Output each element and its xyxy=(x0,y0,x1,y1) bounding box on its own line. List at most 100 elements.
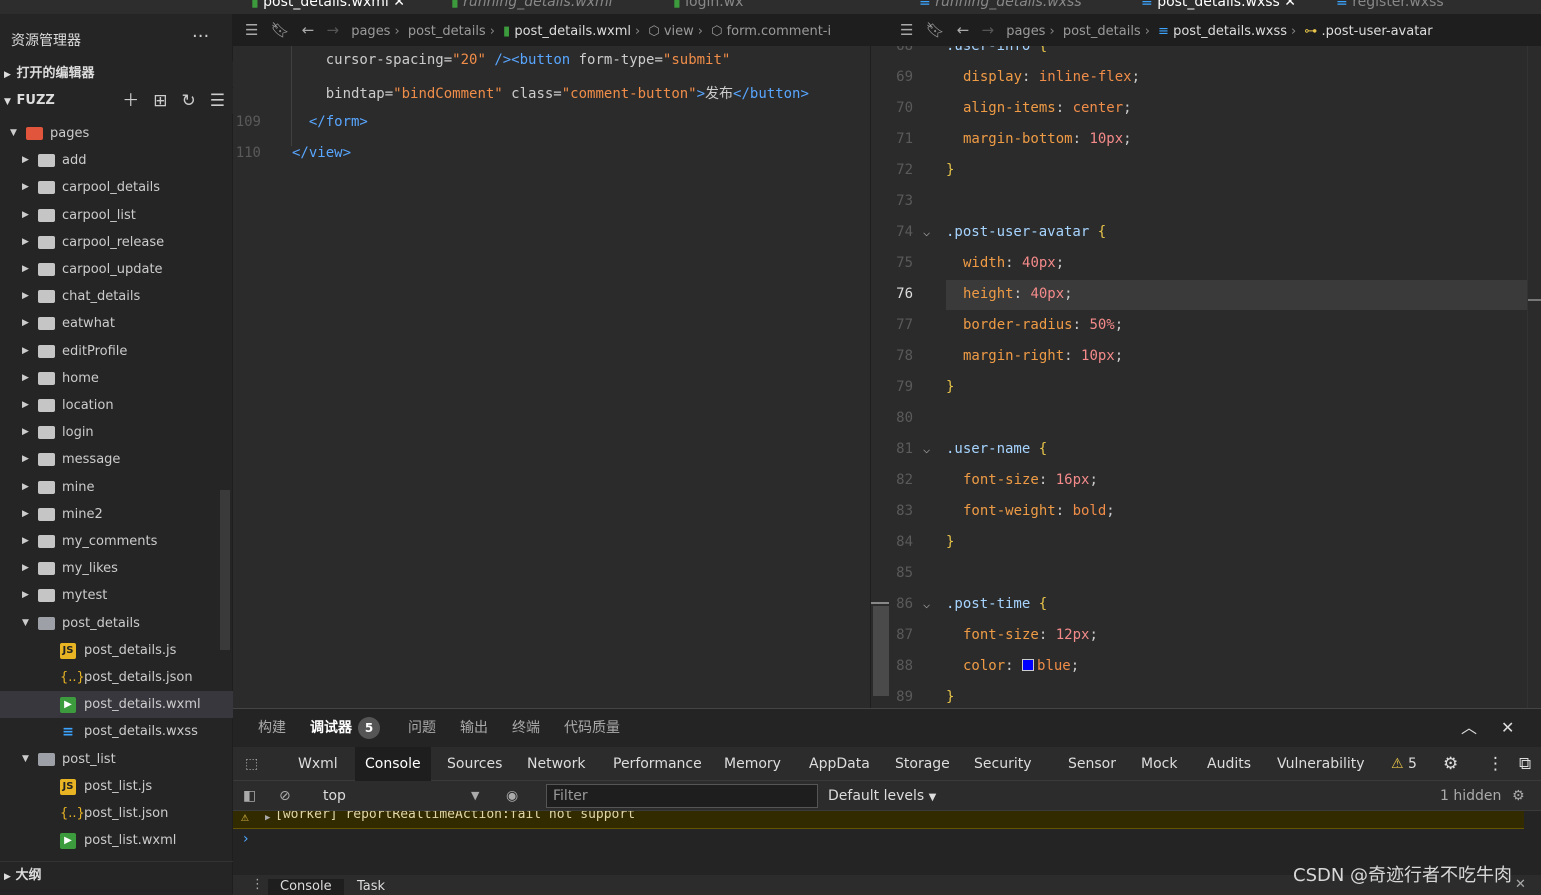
code-line[interactable]: border-radius: 50%; xyxy=(963,317,1123,333)
devtools-tab-console[interactable]: Console xyxy=(355,747,431,781)
forward-arrow-icon[interactable]: → xyxy=(982,21,995,39)
back-arrow-icon[interactable]: ← xyxy=(957,21,970,39)
devtools-tab-network[interactable]: Network xyxy=(517,747,595,781)
breadcrumb-item[interactable]: post_details xyxy=(1063,24,1141,39)
devtools-tab-memory[interactable]: Memory xyxy=(714,747,791,781)
breadcrumb-item[interactable]: view xyxy=(664,24,694,39)
chevron-right-icon[interactable]: ▶ xyxy=(22,147,29,174)
chevron-right-icon[interactable]: ▶ xyxy=(22,365,29,392)
fold-chevron-icon[interactable]: ⌵ xyxy=(923,442,930,456)
tab-post-details-wxml[interactable]: ▮ post_details.wxml ✕ xyxy=(251,0,405,14)
code-line[interactable]: } xyxy=(946,379,954,395)
tree-item[interactable]: JS post_details.js xyxy=(0,637,220,664)
code-line[interactable]: font-size: 16px; xyxy=(963,472,1098,488)
chevron-right-icon[interactable]: ▶ xyxy=(22,174,29,201)
console-prompt[interactable]: › xyxy=(243,831,249,847)
chevron-right-icon[interactable]: ▶ xyxy=(22,310,29,337)
tree-item[interactable]: ▶ carpool_details xyxy=(0,174,220,201)
tree-item[interactable]: ▶ carpool_release xyxy=(0,229,220,256)
devtools-tab-sources[interactable]: Sources xyxy=(437,747,512,781)
code-line[interactable]: .post-user-avatar { xyxy=(946,224,1106,240)
code-line[interactable]: .post-time { xyxy=(946,596,1047,612)
code-line[interactable]: height: 40px; xyxy=(963,286,1073,302)
list-icon[interactable]: ☰ xyxy=(245,21,258,39)
tab-build[interactable]: 构建 xyxy=(258,709,286,747)
tree-item[interactable]: {..} post_list.json xyxy=(0,800,220,827)
close-drawer-icon[interactable]: ✕ xyxy=(1515,877,1526,892)
tree-item[interactable]: ▶ location xyxy=(0,392,220,419)
fold-chevron-icon[interactable]: ⌵ xyxy=(923,225,930,239)
filter-input[interactable]: Filter xyxy=(546,784,818,808)
chevron-down-icon[interactable]: ▼ xyxy=(471,781,479,811)
tree-item[interactable]: ▶ chat_details xyxy=(0,283,220,310)
tree-item[interactable]: ▶ eatwhat xyxy=(0,310,220,337)
chevron-right-icon[interactable]: ▶ xyxy=(22,338,29,365)
chevron-right-icon[interactable]: ▶ xyxy=(22,474,29,501)
devtools-tab-wxml[interactable]: Wxml xyxy=(288,747,348,781)
breadcrumb-item[interactable]: form.comment-i xyxy=(727,24,832,39)
devtools-tab-security[interactable]: Security xyxy=(964,747,1042,781)
code-line[interactable]: color: blue; xyxy=(963,658,1079,674)
maximize-panel-icon[interactable]: ︿ xyxy=(1461,709,1477,747)
devtools-tab-appdata[interactable]: AppData xyxy=(799,747,880,781)
list-icon[interactable]: ☰ xyxy=(900,21,913,39)
tree-item[interactable]: ▶ mine2 xyxy=(0,501,220,528)
breadcrumb-item[interactable]: pages xyxy=(351,24,390,39)
code-line[interactable]: } xyxy=(946,689,954,705)
drawer-tab-console[interactable]: Console xyxy=(268,879,344,895)
tree-item[interactable]: ▶ message xyxy=(0,446,220,473)
tab-post-details-wxss[interactable]: ≡ post_details.wxss ✕ xyxy=(1141,0,1296,14)
tree-item[interactable]: ▶ carpool_update xyxy=(0,256,220,283)
chevron-down-icon[interactable]: ▼ xyxy=(22,610,29,637)
refresh-icon[interactable]: ↻ xyxy=(182,88,196,114)
code-line[interactable]: </form> xyxy=(292,114,368,130)
code-line[interactable]: display: inline-flex; xyxy=(963,69,1140,85)
code-line[interactable]: .user-name { xyxy=(946,441,1047,457)
warning-count[interactable]: ⚠ 5 xyxy=(1381,747,1427,781)
tree-item[interactable]: ▶ carpool_list xyxy=(0,202,220,229)
tab-register-wxss[interactable]: ≡ register.wxss xyxy=(1336,0,1444,14)
code-line[interactable]: } xyxy=(946,534,954,550)
code-line[interactable]: font-size: 12px; xyxy=(963,627,1098,643)
code-line[interactable]: } xyxy=(946,162,954,178)
breadcrumb-item[interactable]: post_details.wxss xyxy=(1173,24,1287,39)
chevron-right-icon[interactable]: ▶ xyxy=(22,256,29,283)
tab-debugger[interactable]: 调试器 5 xyxy=(310,709,380,747)
devtools-tab-mock[interactable]: Mock xyxy=(1131,747,1187,781)
wxml-editor[interactable]: cursor-spacing="20" /><button form-type=… xyxy=(233,46,870,708)
breadcrumb-item[interactable]: post_details xyxy=(408,24,486,39)
inspect-element-icon[interactable]: ⬚ xyxy=(235,747,268,781)
breadcrumb-item[interactable]: post_details.wxml xyxy=(514,24,631,39)
code-line[interactable]: margin-bottom: 10px; xyxy=(963,131,1132,147)
editor-split-scrollbar[interactable] xyxy=(870,46,889,708)
forward-arrow-icon[interactable]: → xyxy=(327,21,340,39)
console-settings-icon[interactable]: ⚙ xyxy=(1512,781,1525,811)
chevron-right-icon[interactable]: ▶ xyxy=(22,555,29,582)
outline-section[interactable]: ▶ 大纲 xyxy=(0,861,233,894)
tab-login-wxml[interactable]: ▮ login.wx xyxy=(673,0,743,14)
tree-item[interactable]: ▶ login xyxy=(0,419,220,446)
tab-terminal[interactable]: 终端 xyxy=(512,709,540,747)
chevron-right-icon[interactable]: ▶ xyxy=(22,528,29,555)
bookmark-icon[interactable]: 🔖︎ xyxy=(926,21,945,39)
breadcrumb-item[interactable]: .post-user-avatar xyxy=(1321,24,1432,39)
tree-item[interactable]: ▶ add xyxy=(0,147,220,174)
chevron-right-icon[interactable]: ▶ xyxy=(22,501,29,528)
tab-running-details-wxml[interactable]: ▮ running_details.wxml xyxy=(451,0,613,14)
bookmark-icon[interactable]: 🔖︎ xyxy=(271,21,290,39)
tree-item[interactable]: ▶ post_list.wxml xyxy=(0,827,220,854)
open-editors-section[interactable]: ▶ 打开的编辑器 xyxy=(0,61,233,87)
tree-item[interactable]: ▼ post_list xyxy=(0,746,220,773)
chevron-right-icon[interactable]: ▶ xyxy=(22,229,29,256)
tab-problems[interactable]: 问题 xyxy=(408,709,436,747)
collapse-all-icon[interactable]: ☰ xyxy=(210,88,225,114)
tree-item[interactable]: ▶ mine xyxy=(0,474,220,501)
code-line[interactable]: align-items: center; xyxy=(963,100,1132,116)
code-line[interactable]: font-weight: bold; xyxy=(963,503,1115,519)
devtools-tab-audits[interactable]: Audits xyxy=(1197,747,1261,781)
tab-output[interactable]: 输出 xyxy=(460,709,488,747)
tree-item[interactable]: ▶ home xyxy=(0,365,220,392)
new-folder-icon[interactable]: ⊞ xyxy=(153,88,167,114)
log-levels-select[interactable]: Default levels ▼ xyxy=(828,781,936,813)
chevron-right-icon[interactable]: ▶ xyxy=(22,283,29,310)
